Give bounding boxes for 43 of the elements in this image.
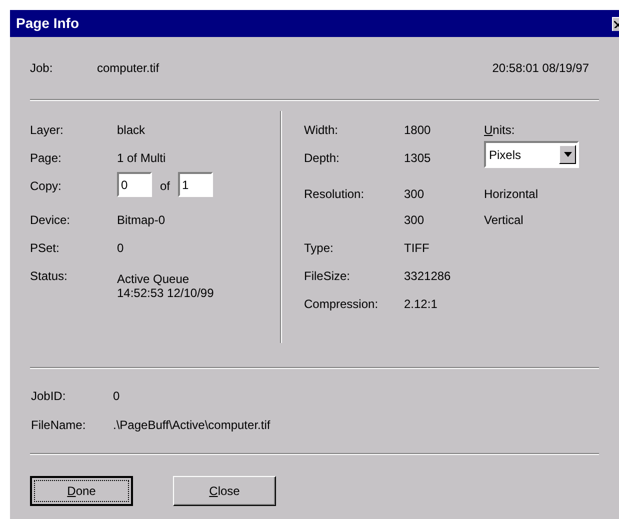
field-label: Compression: (304, 297, 378, 311)
total-field[interactable]: 1 (178, 172, 214, 197)
field-label: Layer: (30, 122, 64, 139)
close-button[interactable] (612, 16, 619, 30)
close-icon (614, 20, 619, 28)
field-label: Type: (304, 241, 334, 255)
units-dropdown[interactable]: Pixels (484, 141, 579, 168)
field-value: Bitmap-0 (117, 212, 166, 229)
field-label: Width: (304, 123, 338, 137)
resolution-axis: Vertical (484, 212, 524, 229)
field-label: Copy: (30, 178, 62, 195)
of-label: of (160, 178, 170, 195)
field-value: 1800 (404, 122, 432, 139)
field-label: PSet: (30, 240, 60, 257)
units-label: Units: (484, 122, 515, 139)
field-label: Job: (30, 60, 54, 77)
status-value: Active Queue 14:52:53 12/10/99 (117, 272, 214, 300)
window-title: Page Info (16, 14, 80, 33)
field-label: FileName: (31, 417, 87, 434)
field-label: JobID: (31, 388, 67, 405)
field-value: 0 (117, 240, 124, 257)
resolution-axis: Horizontal (484, 186, 538, 203)
field-label: Depth: (304, 151, 340, 165)
field-value: .\PageBuff\Active\computer.tif (113, 417, 270, 434)
field-value: 1305 (404, 150, 432, 167)
field-label: Resolution: (304, 187, 364, 201)
field-label: FileSize: (304, 269, 350, 283)
field-value: 0 (113, 388, 120, 405)
field-label: Page: (30, 150, 62, 167)
field-value: 1 of Multi (117, 150, 166, 167)
field-value: 300 (404, 186, 426, 203)
timestamp: 20:58:01 08/19/97 (492, 60, 589, 77)
field-value: TIFF (404, 240, 430, 257)
field-label: Device: (30, 212, 72, 229)
copy-field[interactable]: 0 (117, 172, 152, 197)
field-value: black (117, 122, 146, 139)
dialog-button[interactable]: Close (173, 476, 276, 506)
dialog-button[interactable]: Done (30, 476, 133, 506)
field-value: computer.tif (97, 60, 160, 77)
field-value: 3321286 (404, 268, 452, 285)
field-label: Status: (30, 268, 68, 285)
field-value: 2.12:1 (404, 296, 438, 313)
field-value: 300 (404, 212, 426, 229)
